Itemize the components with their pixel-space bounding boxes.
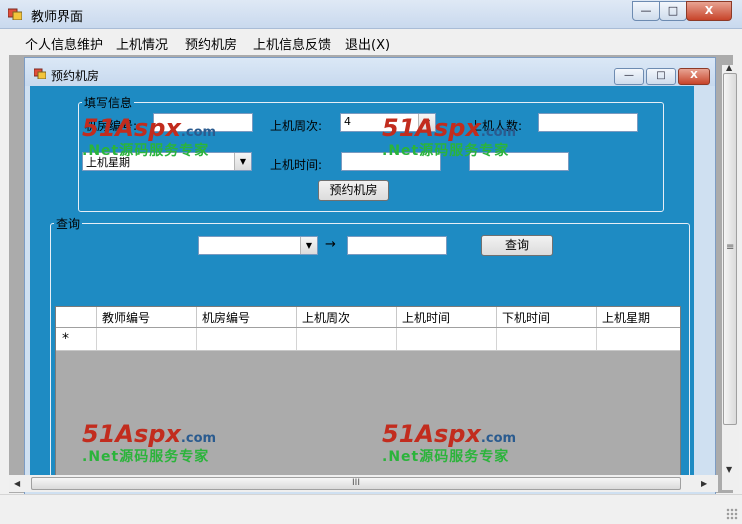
query-group-label: 查询 [54,215,83,232]
column-header-weekday[interactable]: 上机星期 [597,307,680,327]
week-combobox-value: 4 [344,115,351,128]
reserve-room-button[interactable]: 预约机房 [318,180,389,201]
table-cell[interactable] [97,328,197,350]
scroll-up-icon[interactable]: ▲ [726,63,732,72]
menu-personal-info[interactable]: 个人信息维护 [25,34,103,53]
table-cell[interactable] [497,328,597,350]
menu-exit[interactable]: 退出(X) [345,34,390,53]
row-header[interactable]: * [56,328,97,350]
menu-bar: 个人信息维护 上机情况 预约机房 上机信息反馈 退出(X) [0,29,742,53]
app-window-icon [8,8,22,20]
mdi-horizontal-scrollbar[interactable]: ◀ III ▶ [9,475,718,492]
grip-icon: ≡ [726,242,735,253]
column-header-start-time[interactable]: 上机时间 [397,307,497,327]
grid-corner-header [56,307,97,327]
reservation-grid[interactable]: 教师编号 机房编号 上机周次 上机时间 下机时间 上机星期 * [55,306,681,490]
column-header-week[interactable]: 上机周次 [297,307,397,327]
column-header-room-id[interactable]: 机房编号 [197,307,297,327]
weekday-combobox-label: 上机星期 [86,156,130,169]
scroll-right-icon[interactable]: ▶ [701,479,707,488]
table-cell[interactable] [397,328,497,350]
end-time-input[interactable] [469,152,569,171]
menu-reserve-room[interactable]: 预约机房 [185,34,237,53]
horizontal-scroll-thumb[interactable]: III [31,477,681,490]
chevron-down-icon[interactable]: ▼ [300,237,317,254]
chevron-down-icon[interactable]: ▼ [418,114,435,131]
people-count-label: 上机人数: [470,119,523,133]
table-cell[interactable] [197,328,297,350]
mdi-vertical-scrollbar[interactable]: ▲ ≡ ▼ [722,63,739,490]
query-button[interactable]: 查询 [481,235,553,256]
room-number-input[interactable] [153,113,253,132]
people-count-input[interactable] [538,113,638,132]
week-label: 上机周次: [270,119,323,133]
time-label: 上机时间: [270,158,323,172]
child-window-icon [34,68,46,79]
child-minimize-button[interactable]: — [614,68,644,85]
new-row-marker-icon: * [62,331,69,347]
window-minimize-button[interactable]: — [632,1,660,21]
chevron-down-icon[interactable]: ▼ [234,153,251,170]
week-combobox[interactable]: 4 ▼ [340,113,436,132]
child-client-area: 填写信息 机房编号: 上机周次: 4 ▼ 上机人数: 上机星期 ▼ 上机时间: … [30,86,694,490]
room-number-label: 机房编号: [85,119,138,133]
query-field-combobox[interactable]: ▼ [198,236,318,255]
menu-usage-status[interactable]: 上机情况 [116,34,168,53]
window-title: 教师界面 [31,10,84,25]
column-header-teacher-id[interactable]: 教师编号 [97,307,197,327]
window-close-button[interactable]: X [686,1,732,21]
grid-header: 教师编号 机房编号 上机周次 上机时间 下机时间 上机星期 [56,307,680,328]
table-cell[interactable] [597,328,680,350]
fill-info-group-label: 填写信息 [82,94,135,111]
reserve-room-window: 预约机房 — □ X 填写信息 机房编号: 上机周次: 4 ▼ 上机人数: 上机… [24,57,716,495]
grip-icon: III [352,478,360,488]
scroll-down-icon[interactable]: ▼ [726,465,732,474]
window-maximize-button[interactable]: □ [659,1,687,21]
vertical-scroll-thumb[interactable]: ≡ [723,73,737,425]
mdi-client-area: 预约机房 — □ X 填写信息 机房编号: 上机周次: 4 ▼ 上机人数: 上机… [9,55,739,495]
menu-feedback[interactable]: 上机信息反馈 [253,34,331,53]
table-cell[interactable] [297,328,397,350]
status-bar [0,494,742,524]
child-maximize-button[interactable]: □ [646,68,676,85]
resize-grip-icon[interactable] [726,508,738,520]
weekday-combobox[interactable]: 上机星期 ▼ [82,152,252,171]
scroll-left-icon[interactable]: ◀ [14,479,20,488]
child-titlebar: 预约机房 — □ X [25,58,715,86]
column-header-end-time[interactable]: 下机时间 [497,307,597,327]
arrow-right-icon: → [325,237,336,252]
start-time-input[interactable] [341,152,441,171]
query-keyword-input[interactable] [347,236,447,255]
child-window-title: 预约机房 [51,69,100,83]
child-close-button[interactable]: X [678,68,710,85]
table-row-new[interactable]: * [56,328,680,351]
window-titlebar: 教师界面 — □ X [0,0,742,29]
